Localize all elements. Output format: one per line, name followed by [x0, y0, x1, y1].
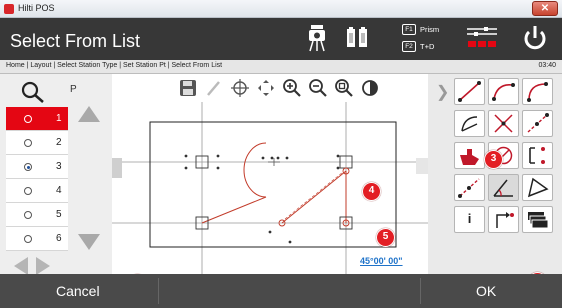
offset-point-icon [496, 212, 514, 228]
line-icon [458, 81, 481, 102]
f2-key: F2 [402, 41, 416, 52]
point-list: 1 2 3 4 5 6 [6, 107, 68, 251]
power-icon[interactable] [520, 23, 550, 53]
scroll-down-arrow-icon[interactable] [78, 234, 100, 250]
radio-button[interactable] [24, 139, 32, 147]
line-point-tool[interactable] [454, 78, 485, 105]
list-item[interactable]: 2 [6, 131, 68, 155]
clock: 03:40 [538, 62, 556, 69]
ok-label: OK [476, 283, 497, 299]
arc-icon [492, 83, 515, 101]
arc-offset-tool[interactable] [522, 78, 553, 105]
offset-point-tool[interactable] [488, 206, 519, 233]
page-right-arrow-icon[interactable] [36, 257, 50, 275]
list-item[interactable]: 1 [6, 107, 68, 131]
instrument-icon[interactable] [302, 23, 332, 53]
scroll-up-arrow-icon[interactable] [78, 106, 100, 122]
chevron-left-icon[interactable]: ❯ [436, 82, 449, 102]
radio-button[interactable] [24, 163, 32, 171]
prism-label: Prism [420, 25, 440, 34]
bracket-points-icon [529, 147, 545, 164]
zoom-out-icon[interactable] [308, 78, 328, 98]
point-list-panel: P 1 2 3 4 5 6 [0, 74, 112, 275]
hand-icon [460, 149, 479, 165]
f1-key: F1 [402, 24, 416, 35]
divider [158, 278, 159, 304]
line-extend-icon [458, 178, 480, 198]
list-item-label: 2 [56, 137, 62, 148]
zoom-in-icon[interactable] [282, 78, 302, 98]
angle-tool[interactable] [488, 174, 519, 201]
triangle-icon [527, 177, 549, 198]
list-item[interactable]: 4 [6, 179, 68, 203]
arc-angle-tool[interactable] [454, 110, 485, 137]
pan-icon[interactable] [256, 78, 276, 98]
search-icon[interactable] [20, 80, 46, 104]
cancel-button[interactable]: Cancel [0, 274, 160, 308]
list-item-label: 3 [56, 161, 62, 172]
arc-offset-icon [527, 82, 548, 102]
window-close-button[interactable]: ✕ [532, 1, 558, 16]
layers-icon [528, 212, 549, 229]
page-title: Select From List [10, 31, 141, 51]
radio-button[interactable] [24, 115, 32, 123]
breadcrumb: Home | Layout | Select Station Type | Se… [6, 62, 223, 69]
arc-angle-icon [461, 116, 478, 132]
info-icon: i [467, 211, 472, 226]
list-item-label: 6 [56, 233, 62, 244]
breadcrumb-bar: Home | Layout | Select Station Type | Se… [0, 60, 562, 74]
callout-badge-3: 3 [484, 150, 503, 169]
callout-badge-5: 5 [376, 228, 395, 247]
window-title-bar: Hilti POS ✕ [0, 0, 562, 18]
list-item-label: 1 [56, 113, 62, 124]
search-filter-text[interactable]: P [70, 84, 77, 95]
list-item[interactable]: 3 [6, 155, 68, 179]
arc-tool[interactable] [488, 78, 519, 105]
settings-sliders-icon[interactable] [464, 23, 500, 53]
angle-value[interactable]: 45°00' 00" [360, 256, 403, 266]
intersection-icon [494, 114, 513, 133]
page-left-arrow-icon[interactable] [14, 257, 28, 275]
tool-palette: ❯ i [428, 74, 562, 274]
footer-bar: Cancel OK [0, 274, 562, 308]
line-offset-tool[interactable] [522, 110, 553, 137]
list-item[interactable]: 6 [6, 227, 68, 251]
angle-icon [493, 179, 513, 197]
radio-button[interactable] [24, 187, 32, 195]
list-item-label: 4 [56, 185, 62, 196]
list-item[interactable]: 5 [6, 203, 68, 227]
window-title: Hilti POS [18, 3, 55, 13]
app-icon [4, 4, 14, 14]
triangle-tool[interactable] [522, 174, 553, 201]
radio-button[interactable] [24, 211, 32, 219]
radio-button[interactable] [24, 235, 32, 243]
divider [420, 278, 421, 304]
bracket-points-tool[interactable] [522, 142, 553, 169]
info-button[interactable]: i [454, 206, 485, 233]
save-icon[interactable] [178, 78, 198, 98]
intersection-tool[interactable] [488, 110, 519, 137]
prism-mode[interactable]: F1 Prism F2 T+D [400, 21, 450, 57]
pen-icon[interactable] [204, 78, 224, 98]
list-item-label: 5 [56, 209, 62, 220]
hand-point-tool[interactable] [454, 142, 485, 169]
line-extend-tool[interactable] [454, 174, 485, 201]
battery-icon[interactable] [342, 23, 372, 53]
contrast-icon[interactable] [360, 78, 380, 98]
target-icon[interactable] [230, 78, 250, 98]
td-label: T+D [420, 42, 435, 51]
line-offset-icon [527, 113, 549, 133]
zoom-extents-icon[interactable] [334, 78, 354, 98]
layers-tool[interactable] [522, 206, 553, 233]
callout-badge-4: 4 [362, 182, 381, 201]
ok-button[interactable]: OK [422, 274, 562, 308]
cancel-label: Cancel [56, 283, 100, 299]
header: Select From List F1 Prism F2 T+D [0, 18, 562, 60]
